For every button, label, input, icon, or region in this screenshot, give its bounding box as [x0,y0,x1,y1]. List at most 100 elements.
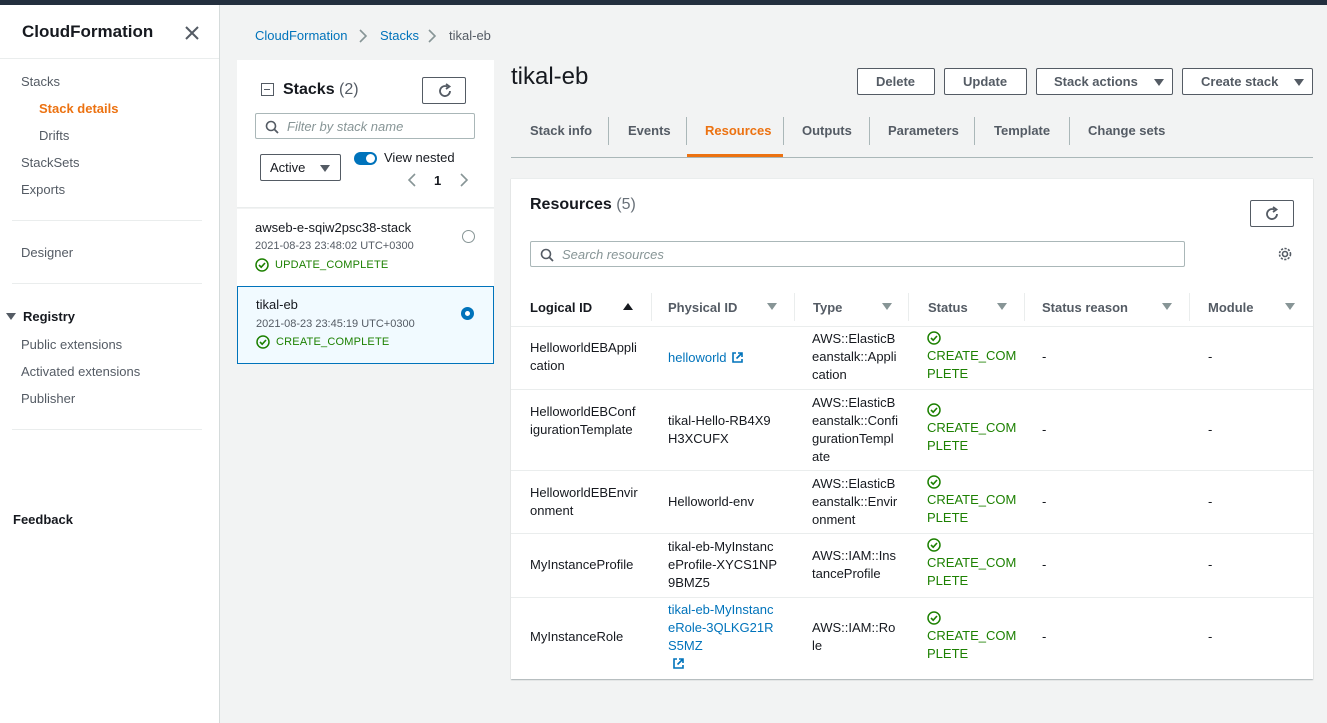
resources-panel: Resources (5) Search resources Logical I… [511,178,1313,679]
breadcrumb-cloudformation[interactable]: CloudFormation [255,28,348,43]
physical-id-link[interactable]: tikal-eb-MyInstanceRole-3QLKG21RS5MZ [668,601,778,673]
sort-asc-icon[interactable] [623,303,633,310]
detail-tabs: Stack info Events Resources Outputs Para… [511,113,1313,158]
delete-button[interactable]: Delete [857,68,935,95]
delete-label: Delete [876,74,916,89]
view-nested-toggle[interactable] [354,152,377,165]
status-text: CREATE_COMPLETE [927,348,1017,381]
column-separator [908,293,909,321]
stack-name: tikal-eb [256,297,298,312]
resource-type: AWS::ElasticBeanstalk::Application [812,331,897,382]
chevron-right-icon [428,29,437,43]
collapse-icon[interactable] [261,83,274,96]
create-stack-label: Create stack [1201,74,1279,89]
stack-radio-selected[interactable] [461,307,474,320]
table-row[interactable]: HelloworldEBConfigurationTemplate tikal-… [511,390,1313,471]
nav-exports[interactable]: Exports [21,182,65,197]
status-filter-select[interactable]: Active [260,154,341,181]
tab-events[interactable]: Events [628,123,671,138]
stacks-panel-title: Stacks (2) [283,81,359,99]
caret-down-icon [320,165,330,172]
nav-divider [12,220,202,221]
stack-actions-label: Stack actions [1054,74,1138,89]
filter-stacks-input[interactable]: Filter by stack name [255,113,475,139]
nav-public-extensions[interactable]: Public extensions [21,337,122,352]
status-filter-value: Active [270,160,306,175]
nav-feedback[interactable]: Feedback [13,512,73,527]
tab-resources[interactable]: Resources [705,123,771,138]
nav-registry-toggle[interactable]: Registry [6,309,75,324]
column-separator [794,293,795,321]
status-success-icon [255,258,269,272]
refresh-stacks-button[interactable] [422,77,466,104]
tab-parameters[interactable]: Parameters [888,123,959,138]
column-status[interactable]: Status [928,300,968,315]
nav-stack-details[interactable]: Stack details [39,101,119,116]
column-physical-id[interactable]: Physical ID [668,300,737,315]
tab-outputs[interactable]: Outputs [802,123,852,138]
sort-icon[interactable] [1285,303,1295,310]
stack-list-item[interactable]: tikal-eb 2021-08-23 23:45:19 UTC+0300 CR… [237,286,494,364]
nav-designer[interactable]: Designer [21,245,73,260]
nav-publisher[interactable]: Publisher [21,391,75,406]
chevron-left-icon[interactable] [407,173,417,187]
table-row[interactable]: HelloworldEBApplication helloworld AWS::… [511,327,1313,390]
side-nav-title: CloudFormation [22,22,154,41]
search-resources-input[interactable]: Search resources [530,241,1185,267]
chevron-right-icon [359,29,368,43]
tab-change-sets[interactable]: Change sets [1088,123,1165,138]
physical-id: tikal-Hello-RB4X9H3XCUFX [668,413,771,446]
status-success-icon [927,611,941,625]
column-type[interactable]: Type [813,300,842,315]
nav-stacksets[interactable]: StackSets [21,155,80,170]
close-icon[interactable] [183,24,201,42]
stack-actions-button[interactable]: Stack actions [1036,68,1173,95]
table-row[interactable]: MyInstanceRole tikal-eb-MyInstanceRole-3… [511,598,1313,680]
stacks-title-text: Stacks [283,81,335,98]
resource-status: CREATE_COMPLETE [927,403,1017,455]
status-success-icon [927,403,941,417]
physical-id: Helloworld-env [668,494,754,509]
logical-id: MyInstanceRole [530,629,624,644]
chevron-right-icon[interactable] [459,173,469,187]
nav-drifts[interactable]: Drifts [39,128,69,143]
table-row[interactable]: HelloworldEBEnvironment Helloworld-env A… [511,471,1313,534]
tab-separator [686,117,687,145]
stack-radio[interactable] [462,230,475,243]
status-reason: - [1042,349,1047,364]
tab-stack-info[interactable]: Stack info [530,123,592,138]
stacks-panel: Stacks (2) Filter by stack name Active V… [237,60,494,208]
status-text: CREATE_COMPLETE [927,555,1017,588]
status-success-icon [927,331,941,345]
module: - [1208,422,1213,437]
refresh-resources-button[interactable] [1250,200,1294,227]
tab-separator [783,117,784,145]
sort-icon[interactable] [997,303,1007,310]
column-logical-id[interactable]: Logical ID [530,300,592,315]
physical-id-link[interactable]: helloworld [668,349,744,367]
resources-title: Resources (5) [530,196,636,214]
resource-type: AWS::ElasticBeanstalk::ConfigurationTemp… [812,395,898,464]
table-row[interactable]: MyInstanceProfile tikal-eb-MyInstancePro… [511,534,1313,598]
sort-icon[interactable] [1162,303,1172,310]
status-reason: - [1042,494,1047,509]
update-label: Update [963,74,1008,89]
page-number[interactable]: 1 [434,173,441,188]
sort-icon[interactable] [767,303,777,310]
view-nested-label: View nested [384,150,455,165]
column-module[interactable]: Module [1208,300,1254,315]
column-status-reason[interactable]: Status reason [1042,300,1128,315]
nav-stacks[interactable]: Stacks [21,74,60,89]
gear-icon[interactable] [1277,246,1293,262]
tab-template[interactable]: Template [994,123,1050,138]
breadcrumb-stacks[interactable]: Stacks [380,28,419,43]
create-stack-button[interactable]: Create stack [1182,68,1313,95]
update-button[interactable]: Update [944,68,1027,95]
resource-type: AWS::IAM::Role [812,620,896,653]
status-text: CREATE_COMPLETE [927,420,1017,453]
stack-name: awseb-e-sqiw2psc38-stack [255,220,412,235]
stack-list-item[interactable]: awseb-e-sqiw2psc38-stack 2021-08-23 23:4… [237,209,494,286]
sort-icon[interactable] [882,303,892,310]
nav-activated-extensions[interactable]: Activated extensions [21,364,140,379]
side-navigation: CloudFormation Stacks Stack details Drif… [0,5,220,723]
